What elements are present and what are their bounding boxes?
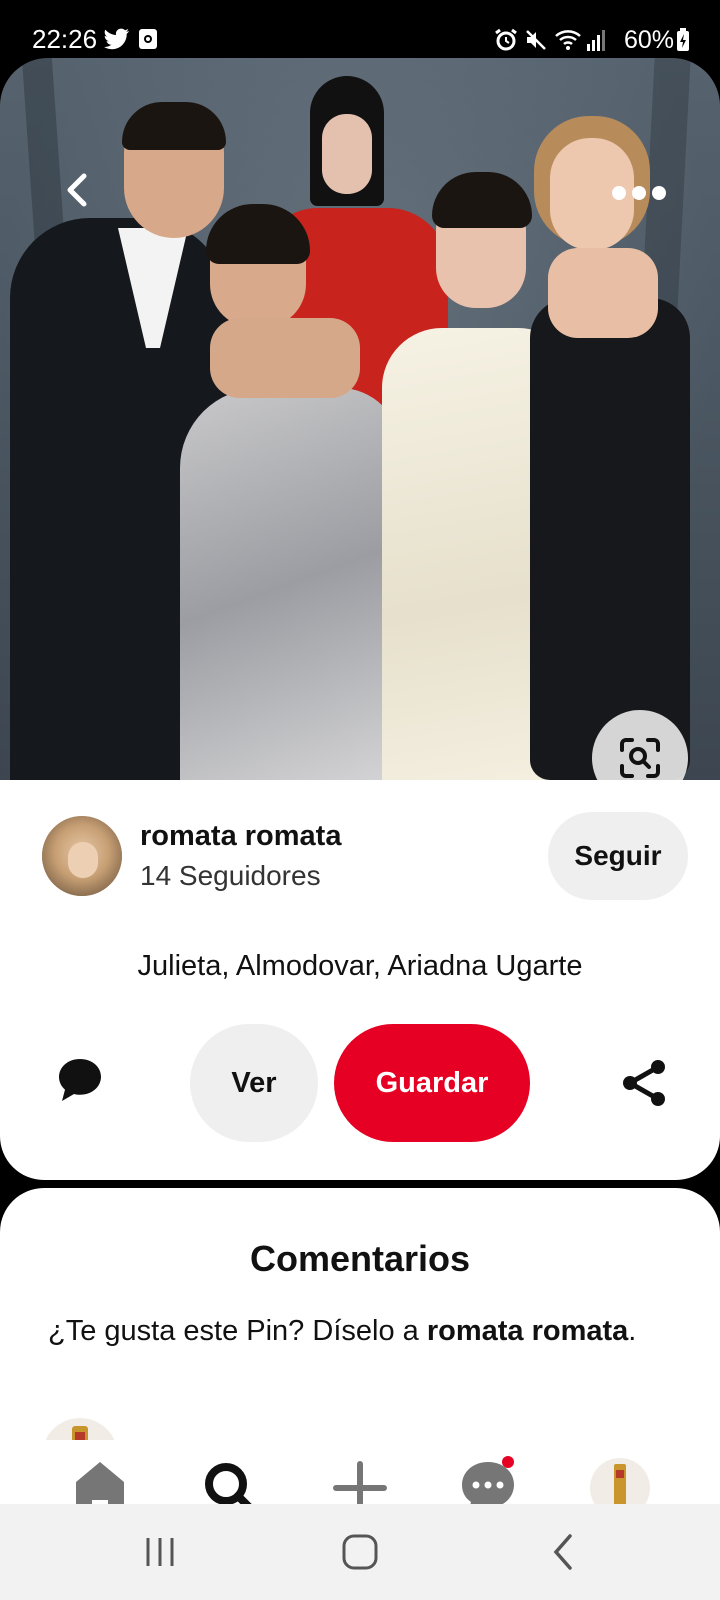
back-button[interactable] bbox=[56, 168, 100, 212]
more-icon-dot bbox=[652, 186, 666, 200]
comments-prompt: ¿Te gusta este Pin? Díselo a romata roma… bbox=[48, 1312, 648, 1350]
messages-notification-dot bbox=[502, 1456, 514, 1468]
follow-button[interactable]: Seguir bbox=[548, 812, 688, 900]
more-icon bbox=[612, 186, 626, 200]
profile-avatar-detail bbox=[616, 1470, 624, 1478]
comment-icon[interactable] bbox=[56, 1056, 104, 1104]
photo-person-silver bbox=[180, 388, 400, 780]
pin-details-card: romata romata 14 Seguidores Seguir Julie… bbox=[0, 780, 720, 1180]
system-navigation-bar bbox=[0, 1504, 720, 1600]
system-back-icon[interactable] bbox=[544, 1532, 584, 1572]
pin-image[interactable] bbox=[0, 58, 720, 780]
more-options-button[interactable] bbox=[612, 178, 672, 208]
alarm-icon bbox=[495, 28, 517, 51]
bottom-navigation bbox=[0, 1440, 720, 1504]
avatar-face bbox=[68, 842, 98, 878]
photo-shoulders bbox=[548, 248, 658, 338]
home-button-icon[interactable] bbox=[340, 1532, 380, 1572]
photo-person-black bbox=[530, 298, 690, 780]
comments-prompt-name: romata romata bbox=[426, 1315, 629, 1347]
creator-name[interactable]: romata romata bbox=[140, 820, 341, 853]
twitter-icon bbox=[104, 28, 129, 50]
view-button[interactable]: Ver bbox=[190, 1024, 318, 1142]
search-icon[interactable] bbox=[200, 1458, 260, 1504]
comments-prompt-end: . bbox=[628, 1315, 637, 1347]
visual-search-icon bbox=[620, 738, 660, 778]
pin-description: Julieta, Almodovar, Ariadna Ugarte bbox=[137, 950, 583, 982]
wifi-icon bbox=[555, 30, 581, 50]
comments-prompt-text: ¿Te gusta este Pin? Díselo a bbox=[48, 1315, 427, 1347]
battery-icon bbox=[677, 28, 689, 51]
comments-title: Comentarios bbox=[249, 1238, 471, 1279]
photo-shoulders bbox=[210, 318, 360, 398]
more-icon-dot bbox=[632, 186, 646, 200]
home-icon[interactable] bbox=[70, 1458, 130, 1504]
battery-percentage: 60% bbox=[623, 26, 674, 54]
status-time: 22:26 bbox=[32, 24, 98, 54]
photo-face bbox=[322, 114, 372, 194]
creator-followers: 14 Seguidores bbox=[140, 860, 321, 891]
signal-icon bbox=[587, 30, 605, 51]
notification-icon bbox=[139, 29, 157, 49]
save-button[interactable]: Guardar bbox=[334, 1024, 530, 1142]
status-bar: 22:26 60% bbox=[0, 0, 720, 60]
share-icon[interactable] bbox=[620, 1058, 668, 1108]
mute-icon bbox=[526, 30, 546, 50]
profile-icon[interactable] bbox=[590, 1458, 650, 1504]
recent-apps-icon[interactable] bbox=[140, 1532, 180, 1572]
create-icon[interactable] bbox=[330, 1458, 390, 1504]
creator-avatar[interactable] bbox=[42, 816, 122, 896]
